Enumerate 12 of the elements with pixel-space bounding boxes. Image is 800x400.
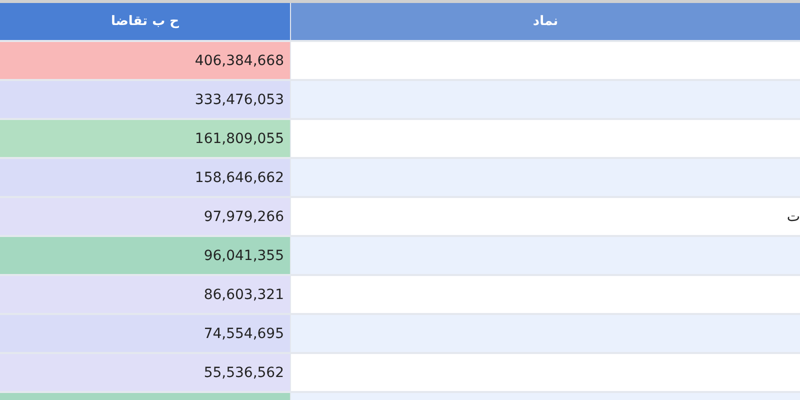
- table-cell: 161,809,055: [0, 120, 290, 157]
- table-cell: 97,979,266: [0, 198, 290, 235]
- table-cell: 96,041,355: [0, 237, 290, 274]
- table-cell: 158,646,662: [0, 159, 290, 196]
- table-cell: 55,536,562: [0, 354, 290, 391]
- column-header: نماد: [291, 3, 800, 40]
- table-cell: ت: [291, 198, 800, 235]
- table-cell: 86,603,321: [0, 276, 290, 313]
- table-cell: 406,384,668: [0, 42, 290, 79]
- table-cell: 333,476,053: [0, 81, 290, 118]
- table-cell: 74,554,695: [0, 315, 290, 352]
- column-header: ح ب تقاضا: [0, 3, 290, 40]
